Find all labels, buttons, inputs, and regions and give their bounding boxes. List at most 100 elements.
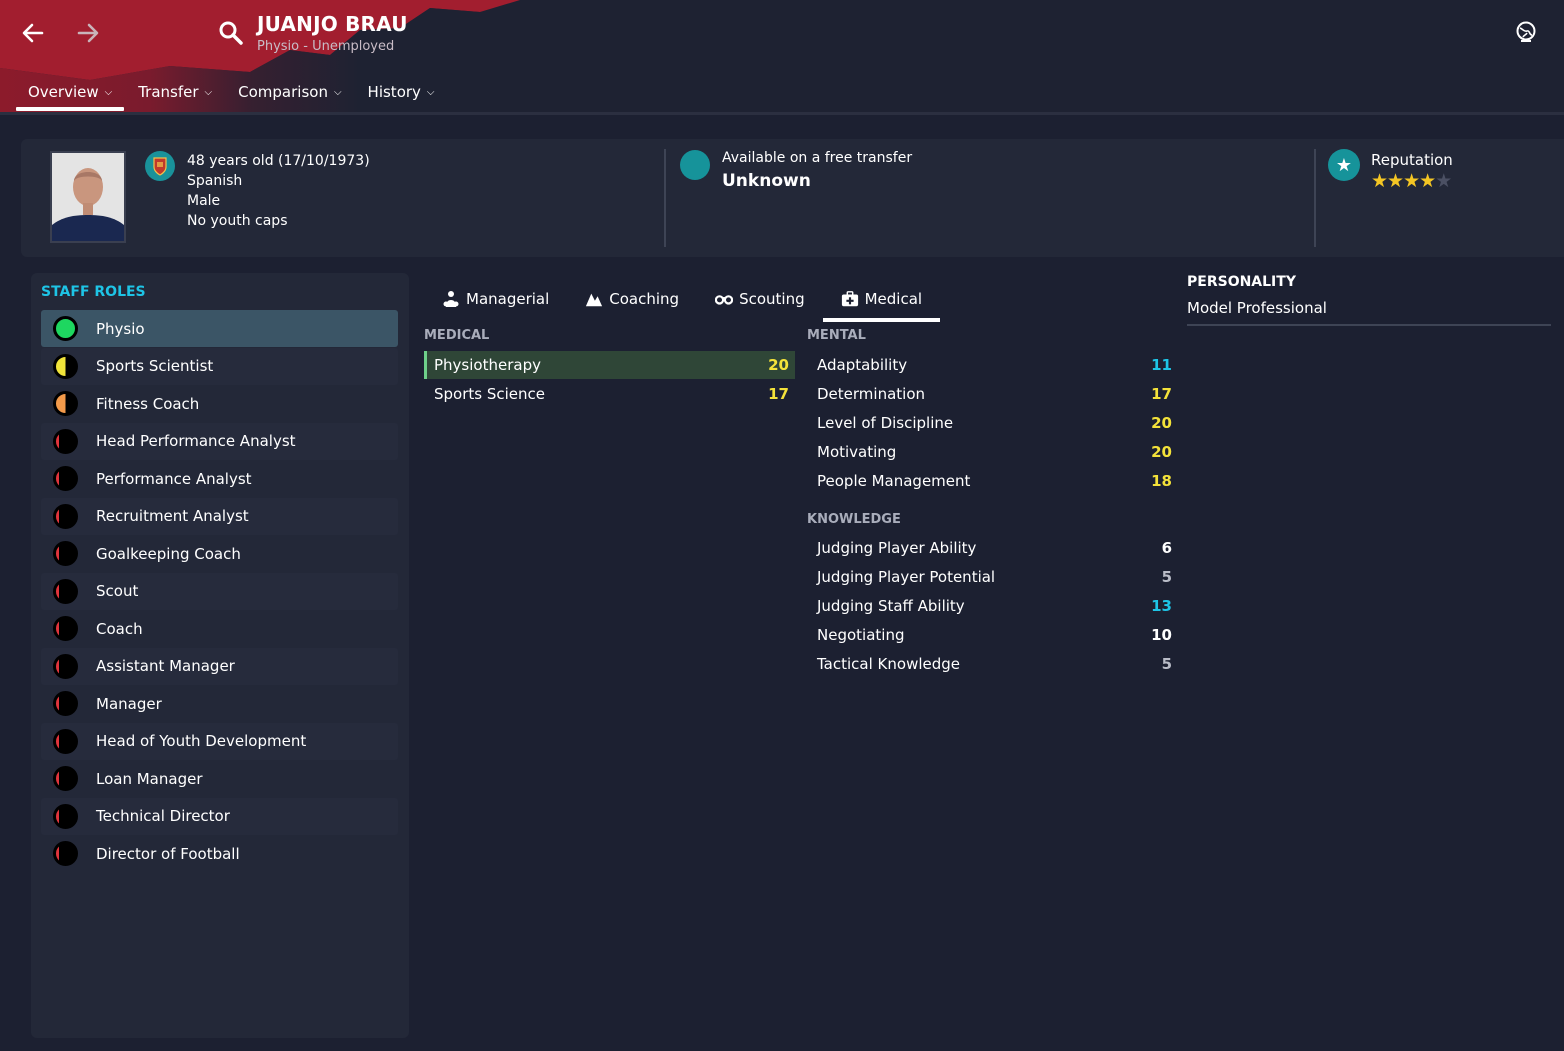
reputation-star-icon: ★ [1328,149,1360,181]
staff-name: JUANJO BRAU [257,12,408,36]
reputation-label: Reputation [1371,151,1453,169]
attribute-name: Determination [817,385,926,403]
attribute-name: Judging Player Ability [817,539,977,557]
chevron-down-icon: ⌵ [333,86,342,98]
attribute-value: 20 [1151,414,1172,432]
tab-label: Overview [28,83,99,101]
attribute-row[interactable]: Determination 17 [807,380,1178,408]
attribute-value: 20 [768,356,789,374]
role-row[interactable]: Director of Football [41,835,398,872]
staff-photo [50,151,126,243]
tab-label: Managerial [466,290,550,308]
attribute-row[interactable]: Motivating 20 [807,438,1178,466]
role-label: Head of Youth Development [96,732,307,750]
tab-medical[interactable]: Medical [822,281,941,322]
tab-scouting[interactable]: Scouting [697,281,823,317]
attribute-value: 18 [1151,472,1172,490]
attribute-row[interactable]: Negotiating 10 [807,621,1178,649]
tab-managerial[interactable]: Managerial [424,281,567,317]
tab-label: Medical [864,290,923,308]
tab-label: Coaching [609,290,680,308]
tab-comparison[interactable]: Comparison ⌵ [226,78,353,106]
tab-label: Transfer [138,83,199,101]
binoculars-icon [715,290,734,308]
transfer-status-icon [680,150,710,180]
role-suitability-icon [53,428,78,454]
age-line: 48 years old (17/10/1973) [187,153,370,169]
role-row[interactable]: Coach [41,610,398,647]
role-suitability-icon [53,841,78,866]
attribute-row[interactable]: Judging Player Ability 6 [807,534,1178,562]
role-label: Sports Scientist [96,357,214,375]
tab-transfer[interactable]: Transfer ⌵ [126,78,224,106]
attribute-name: Sports Science [434,384,545,403]
tab-coaching[interactable]: Coaching [567,281,697,317]
forward-arrow-icon[interactable] [73,18,103,48]
attribute-value: 17 [768,384,789,403]
attribute-value: 20 [1151,443,1172,461]
attribute-row[interactable]: Judging Player Potential 5 [807,563,1178,591]
attribute-name: Judging Player Potential [817,568,996,586]
mental-section-title: MENTAL [807,328,866,343]
role-label: Fitness Coach [96,394,200,413]
role-row[interactable]: Assistant Manager [41,647,398,685]
role-suitability-icon [53,391,78,416]
attribute-value: 10 [1151,626,1172,644]
attribute-name: Negotiating [817,626,905,644]
role-row[interactable]: Scout [41,572,398,610]
role-label: Head Performance Analyst [96,432,296,450]
role-suitability-icon [53,653,78,679]
role-suitability-icon [53,353,78,379]
tab-overview[interactable]: Overview ⌵ [16,78,125,111]
divider [1187,324,1551,326]
role-row[interactable]: Loan Manager [41,760,398,797]
attribute-row[interactable]: Sports Science 17 [424,380,795,408]
nationality-flag-icon [145,151,175,181]
star-icon: ★ [1371,170,1388,192]
role-row[interactable]: Performance Analyst [41,460,398,497]
role-label: Manager [96,694,162,713]
attribute-row[interactable]: Judging Staff Ability 13 [807,592,1178,620]
attribute-name: Physiotherapy [434,356,541,374]
role-suitability-icon [53,728,78,754]
attribute-tab-bar: Managerial Coaching Scouting Medical [424,281,941,323]
divider [664,149,666,247]
role-row[interactable]: Manager [41,685,398,722]
back-arrow-icon[interactable] [18,18,48,48]
star-icon: ★ [1435,170,1452,192]
attribute-row[interactable]: People Management 18 [807,467,1178,495]
attribute-value: 17 [1151,385,1172,403]
role-suitability-icon [53,503,78,529]
role-row[interactable]: Sports Scientist [41,347,398,385]
role-row[interactable]: Physio [41,310,398,347]
page-header: JUANJO BRAU Physio - Unemployed Overview… [0,0,1564,115]
role-label: Coach [96,619,143,638]
search-icon[interactable] [218,20,244,46]
attribute-value: 11 [1151,356,1172,374]
attribute-row[interactable]: Adaptability 11 [807,351,1178,379]
coaching-icon [585,290,603,308]
role-row[interactable]: Technical Director [41,797,398,835]
role-row[interactable]: Fitness Coach [41,385,398,422]
attribute-row[interactable]: Level of Discipline 20 [807,409,1178,437]
role-label: Technical Director [96,807,230,825]
role-row[interactable]: Head Performance Analyst [41,422,398,460]
attribute-name: Adaptability [817,356,908,374]
role-suitability-icon [53,541,78,566]
role-suitability-icon [53,578,78,604]
personality-title: PERSONALITY [1187,274,1296,290]
attribute-name: People Management [817,472,971,490]
attribute-row[interactable]: Physiotherapy 20 [424,351,795,379]
chevron-down-icon: ⌵ [204,86,213,98]
top-tab-bar: Overview ⌵ Transfer ⌵ Comparison ⌵ History ⌵ [16,78,449,112]
role-row[interactable]: Head of Youth Development [41,722,398,760]
attribute-value: 5 [1161,568,1172,586]
staff-subtitle: Physio - Unemployed [257,39,395,54]
role-suitability-icon [53,803,78,829]
staff-info-strip: 48 years old (17/10/1973) Spanish Male N… [21,139,1564,257]
role-row[interactable]: Goalkeeping Coach [41,535,398,572]
tab-history[interactable]: History ⌵ [356,78,447,106]
attribute-row[interactable]: Tactical Knowledge 5 [807,650,1178,678]
globe-icon[interactable] [1514,20,1538,44]
role-row[interactable]: Recruitment Analyst [41,497,398,535]
